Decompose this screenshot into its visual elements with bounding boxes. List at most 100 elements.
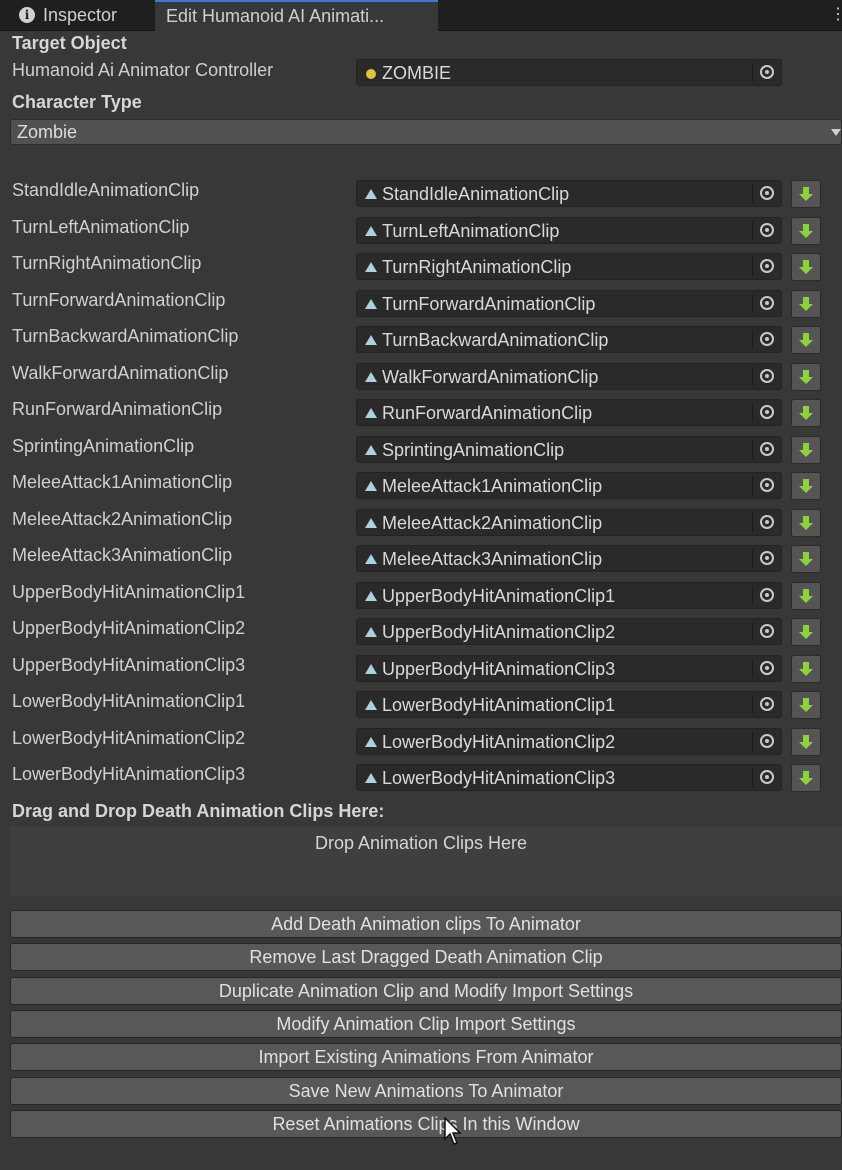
download-clip-button[interactable] xyxy=(791,545,821,573)
download-clip-button[interactable] xyxy=(791,253,821,281)
character-type-value: Zombie xyxy=(17,122,78,142)
down-arrow-icon xyxy=(803,370,809,377)
download-clip-button[interactable] xyxy=(791,764,821,792)
clip-object-field[interactable]: UpperBodyHitAnimationClip1 xyxy=(356,582,782,609)
download-clip-button[interactable] xyxy=(791,509,821,537)
download-clip-button[interactable] xyxy=(791,399,821,427)
save-new-animations-button[interactable]: Save New Animations To Animator xyxy=(10,1077,842,1105)
down-arrow-icon xyxy=(803,552,809,559)
remove-last-death-clip-button[interactable]: Remove Last Dragged Death Animation Clip xyxy=(10,943,842,971)
clip-slot-label: RunForwardAnimationClip xyxy=(12,399,223,419)
object-picker-icon[interactable] xyxy=(760,734,774,748)
download-clip-button[interactable] xyxy=(791,180,821,208)
download-clip-button[interactable] xyxy=(791,436,821,464)
clip-object-field[interactable]: UpperBodyHitAnimationClip2 xyxy=(356,618,782,645)
tab-edit-humanoid-ai-animations[interactable]: Edit Humanoid AI Animati... xyxy=(155,0,438,31)
add-death-clips-button[interactable]: Add Death Animation clips To Animator xyxy=(10,910,842,938)
object-picker-icon[interactable] xyxy=(760,770,774,784)
object-picker-icon[interactable] xyxy=(760,369,774,383)
download-clip-button[interactable] xyxy=(791,655,821,683)
controller-object-field[interactable]: ZOMBIE xyxy=(356,59,782,86)
field-separator xyxy=(752,768,753,787)
object-picker-icon[interactable] xyxy=(760,697,774,711)
object-picker-icon[interactable] xyxy=(760,624,774,638)
clip-object-field[interactable]: TurnBackwardAnimationClip xyxy=(356,326,782,353)
clip-object-field[interactable]: StandIdleAnimationClip xyxy=(356,180,782,207)
clip-slot-label: SprintingAnimationClip xyxy=(12,436,195,456)
download-clip-button[interactable] xyxy=(791,582,821,610)
tab-bar: i Inspector Edit Humanoid AI Animati... … xyxy=(0,0,842,31)
down-arrow-head xyxy=(799,742,813,749)
reset-animation-clips-button[interactable]: Reset Animations Clips In this Window xyxy=(10,1110,842,1138)
down-arrow-icon xyxy=(803,479,809,486)
animation-clip-icon xyxy=(365,335,377,345)
import-existing-animations-button[interactable]: Import Existing Animations From Animator xyxy=(10,1043,842,1071)
object-picker-icon[interactable] xyxy=(760,478,774,492)
character-type-dropdown[interactable]: Zombie xyxy=(10,119,842,145)
download-clip-button[interactable] xyxy=(791,217,821,245)
field-separator xyxy=(752,732,753,751)
clip-object-field[interactable]: MeleeAttack1AnimationClip xyxy=(356,472,782,499)
object-picker-icon[interactable] xyxy=(760,223,774,237)
object-picker-icon[interactable] xyxy=(760,661,774,675)
clip-slot-label: LowerBodyHitAnimationClip2 xyxy=(12,728,246,748)
clip-object-field[interactable]: LowerBodyHitAnimationClip3 xyxy=(356,764,782,791)
animation-clip-icon xyxy=(365,518,377,528)
animation-clip-icon xyxy=(365,737,377,747)
down-arrow-icon xyxy=(803,443,809,450)
clip-slot-label: TurnForwardAnimationClip xyxy=(12,290,226,310)
death-clips-header: Drag and Drop Death Animation Clips Here… xyxy=(12,801,385,821)
object-picker-icon[interactable] xyxy=(760,515,774,529)
download-clip-button[interactable] xyxy=(791,728,821,756)
object-picker-icon[interactable] xyxy=(760,296,774,310)
clip-object-field[interactable]: TurnLeftAnimationClip xyxy=(356,217,782,244)
download-clip-button[interactable] xyxy=(791,618,821,646)
controller-label: Humanoid Ai Animator Controller xyxy=(12,60,274,80)
object-picker-icon[interactable] xyxy=(760,332,774,346)
tab-inspector[interactable]: i Inspector xyxy=(0,0,154,30)
clip-object-field[interactable]: UpperBodyHitAnimationClip3 xyxy=(356,655,782,682)
modify-import-settings-button[interactable]: Modify Animation Clip Import Settings xyxy=(10,1010,842,1038)
object-picker-icon[interactable] xyxy=(760,588,774,602)
clip-object-field[interactable]: LowerBodyHitAnimationClip2 xyxy=(356,728,782,755)
object-picker-icon[interactable] xyxy=(760,442,774,456)
down-arrow-icon xyxy=(803,662,809,669)
clip-object-field[interactable]: WalkForwardAnimationClip xyxy=(356,363,782,390)
down-arrow-head xyxy=(799,705,813,712)
more-options-icon[interactable]: ⋮ xyxy=(830,4,842,26)
download-clip-button[interactable] xyxy=(791,472,821,500)
object-picker-icon[interactable] xyxy=(760,551,774,565)
down-arrow-icon xyxy=(803,297,809,304)
object-picker-icon[interactable] xyxy=(760,259,774,273)
duplicate-modify-import-button[interactable]: Duplicate Animation Clip and Modify Impo… xyxy=(10,977,842,1005)
death-clips-drop-area[interactable]: Drop Animation Clips Here xyxy=(10,826,842,896)
clip-value: TurnRightAnimationClip xyxy=(382,257,572,277)
download-clip-button[interactable] xyxy=(791,290,821,318)
clip-object-field[interactable]: MeleeAttack2AnimationClip xyxy=(356,509,782,536)
clip-object-field[interactable]: TurnRightAnimationClip xyxy=(356,253,782,280)
clip-value: UpperBodyHitAnimationClip3 xyxy=(382,659,616,679)
field-separator xyxy=(752,695,753,714)
down-arrow-icon xyxy=(803,224,809,231)
down-arrow-icon xyxy=(803,260,809,267)
object-picker-icon[interactable] xyxy=(760,65,774,79)
download-clip-button[interactable] xyxy=(791,691,821,719)
down-arrow-head xyxy=(799,304,813,311)
down-arrow-icon xyxy=(803,625,809,632)
clip-object-field[interactable]: LowerBodyHitAnimationClip1 xyxy=(356,691,782,718)
down-arrow-head xyxy=(799,669,813,676)
download-clip-button[interactable] xyxy=(791,363,821,391)
object-picker-icon[interactable] xyxy=(760,186,774,200)
down-arrow-icon xyxy=(803,516,809,523)
clip-object-field[interactable]: RunForwardAnimationClip xyxy=(356,399,782,426)
download-clip-button[interactable] xyxy=(791,326,821,354)
down-arrow-icon xyxy=(803,735,809,742)
clip-slot-label: TurnRightAnimationClip xyxy=(12,253,202,273)
clip-slot-label: UpperBodyHitAnimationClip1 xyxy=(12,582,246,602)
clip-object-field[interactable]: SprintingAnimationClip xyxy=(356,436,782,463)
object-picker-icon[interactable] xyxy=(760,405,774,419)
down-arrow-head xyxy=(799,778,813,785)
clip-object-field[interactable]: TurnForwardAnimationClip xyxy=(356,290,782,317)
clip-object-field[interactable]: MeleeAttack3AnimationClip xyxy=(356,545,782,572)
field-separator xyxy=(752,221,753,240)
